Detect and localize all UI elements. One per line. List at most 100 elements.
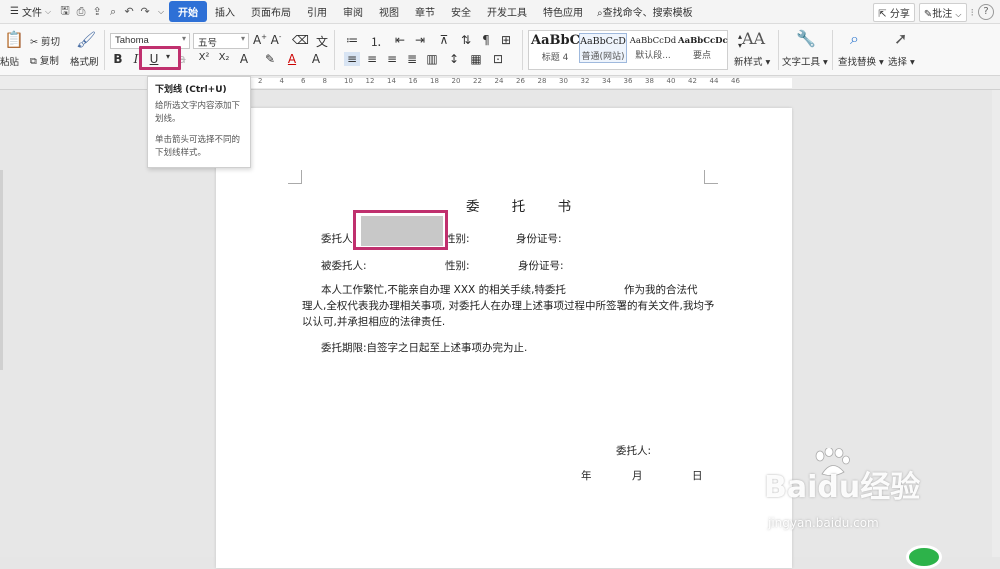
agent-gender-label[interactable]: 性别: [445, 258, 470, 273]
paragraph2[interactable]: 委托期限:自签字之日起至上述事项办完为止. [321, 340, 527, 355]
show-marks-icon[interactable]: ¶ [478, 33, 494, 47]
help-button[interactable]: ? [978, 4, 994, 20]
decrease-indent-icon[interactable]: ⇤ [392, 33, 408, 47]
style-default-paragraph[interactable]: AaBbCcDd 默认段... [628, 33, 678, 61]
signature-label[interactable]: 委托人: [616, 443, 651, 458]
tab-view[interactable]: 视图 [371, 1, 407, 22]
tab-security[interactable]: 安全 [443, 1, 479, 22]
left-margin-bar [0, 170, 3, 370]
document-title[interactable]: 委 托 书 [466, 195, 585, 215]
scissors-icon: ✂ [30, 37, 38, 48]
distribute-icon[interactable]: ▥ [424, 52, 440, 66]
more-icon[interactable]: ⁝ [971, 6, 975, 19]
styles-gallery[interactable]: AaBbC 标题 4 AaBbCcD 普通(网站) AaBbCcDd 默认段..… [528, 30, 728, 70]
style-normal-web[interactable]: AaBbCcD 普通(网站) [579, 33, 627, 63]
cursor-icon[interactable]: ➚ [894, 29, 907, 48]
save-icon[interactable]: 🖫 [57, 2, 73, 21]
align-center-icon[interactable]: ≡ [364, 52, 380, 66]
cut-button[interactable]: ✂ 剪切 [30, 34, 60, 48]
principal-id-label[interactable]: 身份证号: [516, 231, 562, 246]
tab-review[interactable]: 审阅 [335, 1, 371, 22]
file-menu[interactable]: ☰ 文件 ⌵ [4, 4, 57, 19]
tab-developer[interactable]: 开发工具 [479, 1, 535, 22]
pinyin-icon[interactable]: 文 [314, 33, 330, 50]
style-sample: AaBbCcD [580, 36, 626, 47]
copy-icon: ⧉ [30, 56, 37, 67]
magnifier-icon[interactable]: ⌕ [850, 29, 859, 49]
customize-icon[interactable]: ⌵ [153, 7, 169, 17]
font-color-icon[interactable]: A [284, 52, 300, 66]
tab-references[interactable]: 引用 [299, 1, 335, 22]
status-badge[interactable] [906, 545, 942, 569]
style-key-point[interactable]: AaBbCcDc 要点 [678, 33, 728, 61]
export-icon[interactable]: ⇪ [89, 5, 105, 18]
date-day-label[interactable]: 日 [692, 468, 703, 483]
date-month-label[interactable]: 月 [632, 468, 643, 483]
paste-button[interactable]: 粘贴 [0, 54, 19, 68]
wrench-icon[interactable]: 🔧 [796, 29, 816, 48]
command-search[interactable]: ⌕查找命令、搜索模板 [591, 4, 699, 19]
shading-icon[interactable]: ▦ [468, 52, 484, 66]
ruler-tick-label: 18 [430, 77, 439, 85]
principal-label[interactable]: 委托人: [321, 231, 356, 246]
new-style-label: 新样式 [734, 57, 763, 68]
tab-features[interactable]: 特色应用 [535, 1, 591, 22]
char-shading-icon[interactable]: A [308, 52, 324, 66]
align-left-icon[interactable]: ≡ [344, 52, 360, 66]
print-preview-icon[interactable]: ⌕ [105, 5, 121, 19]
new-style-button[interactable]: 新样式 ▾ [734, 54, 770, 68]
tooltip-title: 下划线 (Ctrl+U) [155, 85, 227, 95]
tab-home[interactable]: 开始 [169, 1, 208, 22]
justify-icon[interactable]: ≣ [404, 52, 420, 66]
numbered-list-icon[interactable]: ⒈ [368, 33, 384, 50]
share-button[interactable]: ⇱ 分享 [873, 2, 915, 22]
style-sample: AaBbC [531, 33, 580, 48]
tab-insert[interactable]: 插入 [207, 1, 243, 22]
paragraph1-line3[interactable]: 以认可,并承担相应的法律责任. [302, 314, 445, 329]
highlight-icon[interactable]: ✎ [262, 52, 278, 66]
document-page[interactable] [216, 108, 792, 568]
tab-chapter[interactable]: 章节 [407, 1, 443, 22]
share-icon: ⇱ [878, 8, 887, 20]
paragraph1-line1[interactable]: 本人工作繁忙,不能亲自办理 XXX 的相关手续,特委托 [321, 282, 566, 297]
borders-icon[interactable]: ⊡ [490, 52, 506, 66]
principal-gender-label[interactable]: 性别: [445, 231, 470, 246]
style-heading-4[interactable]: AaBbC 标题 4 [531, 33, 580, 63]
find-replace-label: 查找替换 [838, 57, 877, 68]
grow-font-icon[interactable]: A+ [252, 33, 268, 47]
find-replace-button[interactable]: 查找替换 ▾ [838, 54, 884, 68]
vertical-scrollbar[interactable] [992, 90, 1000, 557]
brush-icon[interactable]: 🖌 [76, 30, 96, 49]
agent-label[interactable]: 被委托人: [321, 258, 367, 273]
bullet-list-icon[interactable]: ≔ [344, 33, 360, 47]
font-size-select[interactable]: 五号 ▾ [193, 33, 249, 49]
tab-page-layout[interactable]: 页面布局 [243, 1, 299, 22]
new-style-icon[interactable]: AA [742, 29, 765, 48]
copy-button[interactable]: ⧉ 复制 [30, 53, 59, 67]
comment-button[interactable]: ✎批注 ⌵ [918, 2, 967, 22]
paragraph1-line1-end[interactable]: 作为我的合法代 [624, 282, 698, 297]
select-button[interactable]: 选择 ▾ [888, 54, 915, 68]
chinese-layout-icon[interactable]: ⊼ [436, 33, 452, 47]
undo-icon[interactable]: ↶ [121, 5, 137, 18]
paragraph1-line2[interactable]: 理人,全权代表我办理相关事项, 对委托人在办理上述事项过程中所签署的有关文件,我… [302, 298, 714, 313]
paste-icon[interactable]: 📋 [4, 30, 24, 49]
text-tools-button[interactable]: 文字工具 ▾ [782, 54, 828, 68]
shrink-font-icon[interactable]: A- [268, 33, 284, 47]
text-effect-icon[interactable]: A [236, 52, 252, 66]
line-spacing-icon[interactable]: ↕ [446, 52, 462, 66]
increase-indent-icon[interactable]: ⇥ [412, 33, 428, 47]
ruler-tick-label: 4 [279, 77, 284, 85]
table-icon[interactable]: ⊞ [498, 33, 514, 47]
redo-icon[interactable]: ↷ [137, 5, 153, 18]
format-painter-button[interactable]: 格式刷 [70, 54, 99, 68]
subscript-button[interactable]: X₂ [216, 52, 232, 63]
print-icon[interactable]: ⎙ [73, 5, 89, 19]
superscript-button[interactable]: X² [196, 52, 212, 63]
sort-icon[interactable]: ⇅ [458, 33, 474, 47]
bold-button[interactable]: B [110, 52, 126, 66]
align-right-icon[interactable]: ≡ [384, 52, 400, 66]
clear-format-icon[interactable]: ⌫ [292, 33, 309, 47]
agent-id-label[interactable]: 身份证号: [518, 258, 564, 273]
date-year-label[interactable]: 年 [581, 468, 592, 483]
